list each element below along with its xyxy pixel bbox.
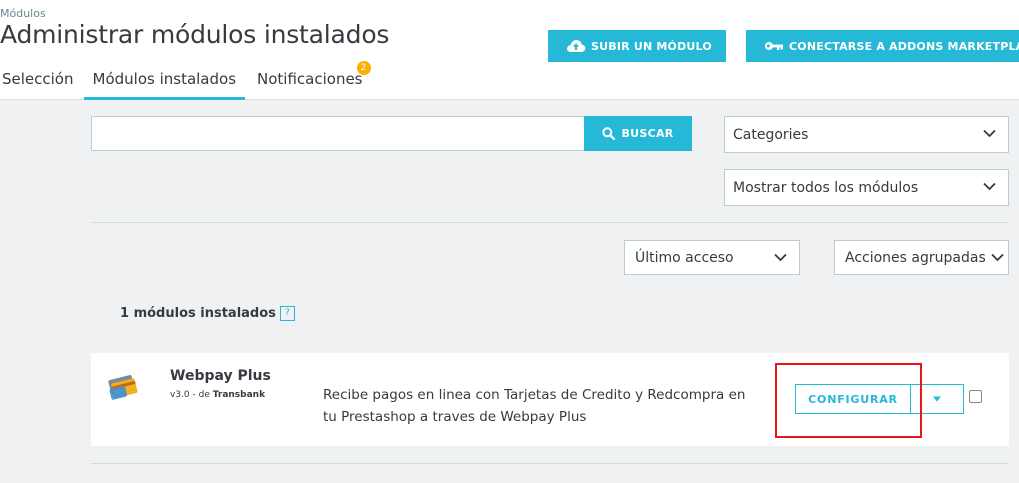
sort-select[interactable]: Último acceso (624, 240, 800, 275)
credit-cards-icon (108, 375, 138, 400)
installed-count-label: 1 módulos instalados (120, 306, 276, 321)
bulk-actions-select-value: Acciones agrupadas (845, 249, 986, 266)
module-checkbox[interactable] (969, 390, 982, 403)
chevron-down-icon (983, 182, 996, 191)
show-modules-select[interactable]: Mostrar todos los módulos (724, 169, 1009, 206)
module-description: Recibe pagos en linea con Tarjetas de Cr… (323, 387, 746, 425)
tab-installed-modules[interactable]: Módulos instalados (83, 68, 246, 100)
page-header: Módulos Administrar módulos instalados S… (0, 0, 1019, 100)
sort-select-value: Último acceso (635, 249, 734, 266)
tab-notifications-label: Notificaciones (257, 70, 363, 88)
categories-select-value: Categories (733, 126, 809, 143)
help-icon[interactable]: ? (279, 306, 295, 321)
search-input[interactable] (91, 116, 585, 151)
divider (91, 222, 1009, 223)
chevron-down-icon (983, 129, 996, 138)
divider (91, 463, 1009, 464)
highlight-box (775, 363, 922, 438)
categories-select[interactable]: Categories (724, 116, 1009, 153)
upload-module-label: SUBIR UN MÓDULO (591, 39, 712, 53)
connect-addons-label: CONECTARSE A ADDONS MARKETPLACE (789, 39, 1019, 53)
tab-notifications[interactable]: Notificaciones 2 (255, 61, 371, 100)
chevron-down-icon (991, 253, 1004, 262)
key-icon (765, 42, 783, 50)
search-icon (602, 127, 616, 140)
search-button[interactable]: BUSCAR (584, 116, 692, 151)
search-button-label: BUSCAR (621, 127, 674, 140)
chevron-down-icon (774, 253, 787, 262)
cloud-upload-icon (566, 40, 586, 52)
notifications-badge: 2 (356, 61, 371, 75)
upload-module-button[interactable]: SUBIR UN MÓDULO (548, 30, 726, 62)
breadcrumb[interactable]: Módulos (0, 7, 46, 20)
tab-installed-modules-label: Módulos instalados (92, 70, 237, 88)
page-title: Administrar módulos instalados (0, 20, 390, 49)
tab-selection[interactable]: Selección (0, 68, 74, 100)
bulk-actions-select[interactable]: Acciones agrupadas (834, 240, 1009, 275)
caret-down-icon (933, 396, 941, 402)
show-modules-select-value: Mostrar todos los módulos (733, 179, 919, 196)
tab-bar: Selección Módulos instalados Notificacio… (0, 61, 373, 100)
tab-selection-label: Selección (2, 70, 74, 88)
installed-count: 1 módulos instalados ? (120, 306, 295, 321)
module-name: Webpay Plus (170, 368, 271, 384)
module-meta: v3.0 - de Transbank (170, 390, 265, 400)
connect-addons-button[interactable]: CONECTARSE A ADDONS MARKETPLACE (746, 30, 1019, 62)
module-author: Transbank (212, 390, 266, 400)
module-version: v3.0 - de (170, 390, 213, 400)
